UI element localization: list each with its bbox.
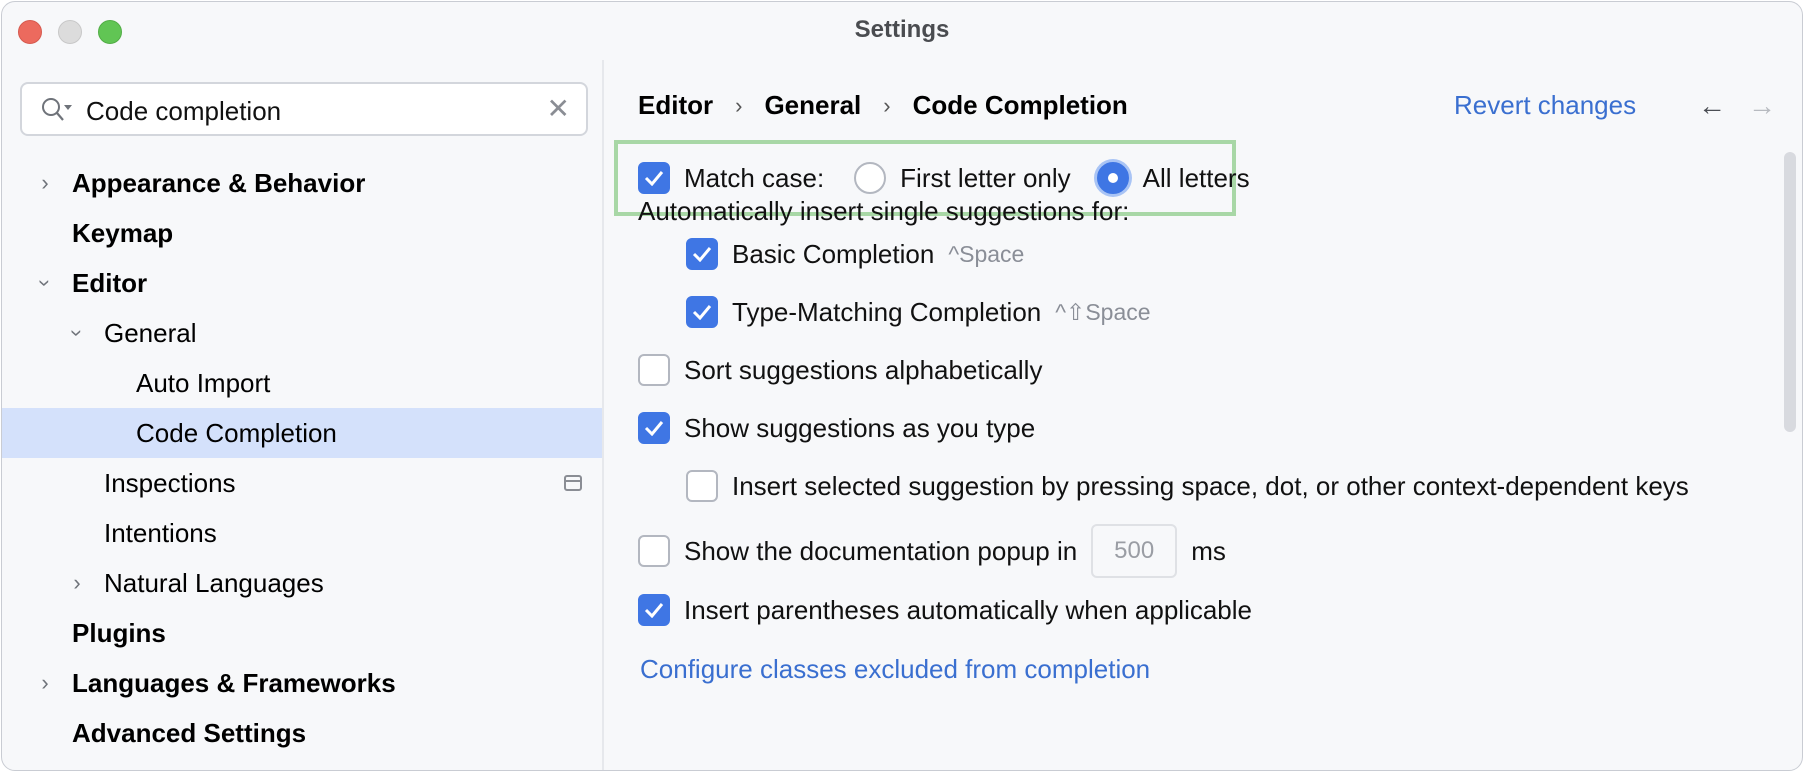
type-matching-shortcut: ^⇧Space bbox=[1055, 298, 1151, 325]
sidebar-item-label: Code Completion bbox=[136, 417, 337, 448]
doc-popup-checkbox[interactable] bbox=[638, 535, 670, 567]
sidebar-item-label: Intentions bbox=[104, 517, 217, 548]
sidebar-item-label: Keymap bbox=[72, 217, 174, 248]
type-matching-option[interactable]: Type-Matching Completion ^⇧Space bbox=[686, 296, 1151, 328]
sort-alpha-label: Sort suggestions alphabetically bbox=[684, 354, 1043, 385]
title-bar: Settings bbox=[2, 2, 1802, 60]
sidebar: Code completion ✕ › Appearance & Behavio… bbox=[2, 60, 604, 770]
first-letter-label[interactable]: First letter only bbox=[900, 163, 1071, 194]
sidebar-item-inspections[interactable]: Inspections bbox=[2, 458, 602, 508]
all-letters-label[interactable]: All letters bbox=[1143, 163, 1250, 194]
chevron-right-icon[interactable]: › bbox=[35, 172, 55, 194]
sidebar-item-auto-import[interactable]: Auto Import bbox=[2, 358, 602, 408]
back-arrow-icon[interactable]: ← bbox=[1698, 90, 1726, 122]
match-case-option[interactable]: Match case: First letter only All letter… bbox=[638, 162, 1250, 194]
sidebar-item-label: Inspections bbox=[104, 467, 236, 498]
vertical-scrollbar[interactable] bbox=[1784, 152, 1796, 432]
all-letters-radio[interactable] bbox=[1096, 162, 1129, 194]
sidebar-item-editor[interactable]: › Editor bbox=[2, 258, 602, 308]
sidebar-item-label: Appearance & Behavior bbox=[72, 167, 366, 198]
chevron-right-icon[interactable]: › bbox=[35, 672, 55, 694]
insert-selected-option[interactable]: Insert selected suggestion by pressing s… bbox=[686, 470, 1689, 502]
revert-changes-link[interactable]: Revert changes bbox=[1454, 90, 1636, 121]
project-scope-icon bbox=[564, 475, 582, 491]
sort-alpha-checkbox[interactable] bbox=[638, 354, 670, 386]
doc-popup-option[interactable]: Show the documentation popup in 500 ms bbox=[638, 524, 1226, 578]
sidebar-item-label: General bbox=[104, 317, 197, 348]
type-matching-checkbox[interactable] bbox=[686, 296, 718, 328]
breadcrumb-separator: › bbox=[735, 92, 743, 118]
show-as-type-checkbox[interactable] bbox=[638, 412, 670, 444]
sidebar-item-intentions[interactable]: Intentions bbox=[2, 508, 602, 558]
auto-insert-section-label: Automatically insert single suggestions … bbox=[638, 194, 1130, 226]
auto-insert-label: Automatically insert single suggestions … bbox=[638, 195, 1130, 226]
match-case-checkbox[interactable] bbox=[638, 162, 670, 194]
sidebar-item-natural-languages[interactable]: › Natural Languages bbox=[2, 558, 602, 608]
configure-excluded-classes-link[interactable]: Configure classes excluded from completi… bbox=[640, 654, 1150, 685]
doc-popup-delay-input[interactable]: 500 bbox=[1091, 524, 1178, 578]
window-title: Settings bbox=[854, 16, 950, 43]
sidebar-item-code-completion[interactable]: Code Completion bbox=[2, 408, 602, 458]
breadcrumb-item-editor[interactable]: Editor bbox=[638, 90, 713, 121]
search-input[interactable]: Code completion ✕ bbox=[20, 82, 588, 136]
insert-parens-label: Insert parentheses automatically when ap… bbox=[684, 594, 1253, 625]
forward-arrow-icon[interactable]: → bbox=[1748, 90, 1776, 122]
sidebar-item-label: Plugins bbox=[72, 617, 166, 648]
close-icon[interactable]: ✕ bbox=[547, 94, 570, 124]
show-as-type-label: Show suggestions as you type bbox=[684, 412, 1036, 443]
sidebar-item-label: Editor bbox=[72, 267, 148, 298]
settings-content: Editor › General › Code Completion Rever… bbox=[606, 60, 1802, 770]
sidebar-item-appearance-behavior[interactable]: › Appearance & Behavior bbox=[2, 158, 602, 208]
first-letter-radio[interactable] bbox=[854, 162, 887, 194]
doc-popup-label: Show the documentation popup in bbox=[684, 535, 1078, 566]
breadcrumb-item-general[interactable]: General bbox=[764, 90, 861, 121]
match-case-label: Match case: bbox=[684, 162, 825, 193]
breadcrumb-separator: › bbox=[883, 92, 891, 118]
sidebar-item-label: Auto Import bbox=[136, 367, 271, 398]
chevron-down-icon[interactable]: › bbox=[65, 323, 90, 343]
sidebar-item-label: Advanced Settings bbox=[72, 717, 307, 748]
insert-parens-checkbox[interactable] bbox=[638, 594, 670, 626]
search-icon[interactable] bbox=[40, 96, 74, 124]
sidebar-item-advanced-settings[interactable]: Advanced Settings bbox=[2, 708, 602, 758]
sidebar-item-keymap[interactable]: Keymap bbox=[2, 208, 602, 258]
breadcrumb: Editor › General › Code Completion bbox=[638, 90, 1128, 121]
show-as-type-option[interactable]: Show suggestions as you type bbox=[638, 412, 1035, 444]
basic-completion-checkbox[interactable] bbox=[686, 238, 718, 270]
doc-popup-unit: ms bbox=[1191, 535, 1226, 566]
settings-window: Settings Code completion ✕ › Appearance … bbox=[1, 1, 1803, 771]
sidebar-item-label: Natural Languages bbox=[104, 567, 324, 598]
insert-parens-option[interactable]: Insert parentheses automatically when ap… bbox=[638, 594, 1252, 626]
basic-completion-label: Basic Completion bbox=[732, 238, 935, 269]
sidebar-item-general[interactable]: › General bbox=[2, 308, 602, 358]
breadcrumb-item-code-completion: Code Completion bbox=[912, 90, 1128, 120]
search-value[interactable]: Code completion bbox=[86, 96, 281, 127]
chevron-down-icon[interactable]: › bbox=[33, 273, 58, 293]
chevron-right-icon[interactable]: › bbox=[67, 572, 87, 594]
insert-selected-checkbox[interactable] bbox=[686, 470, 718, 502]
sidebar-item-languages-frameworks[interactable]: › Languages & Frameworks bbox=[2, 658, 602, 708]
insert-selected-label: Insert selected suggestion by pressing s… bbox=[732, 470, 1689, 501]
basic-completion-option[interactable]: Basic Completion ^Space bbox=[686, 238, 1024, 270]
sidebar-item-plugins[interactable]: Plugins bbox=[2, 608, 602, 658]
sidebar-item-label: Languages & Frameworks bbox=[72, 667, 396, 698]
sort-alpha-option[interactable]: Sort suggestions alphabetically bbox=[638, 354, 1042, 386]
type-matching-label: Type-Matching Completion bbox=[732, 296, 1042, 327]
settings-tree: › Appearance & Behavior Keymap › Editor … bbox=[2, 158, 602, 758]
basic-completion-shortcut: ^Space bbox=[948, 240, 1025, 267]
